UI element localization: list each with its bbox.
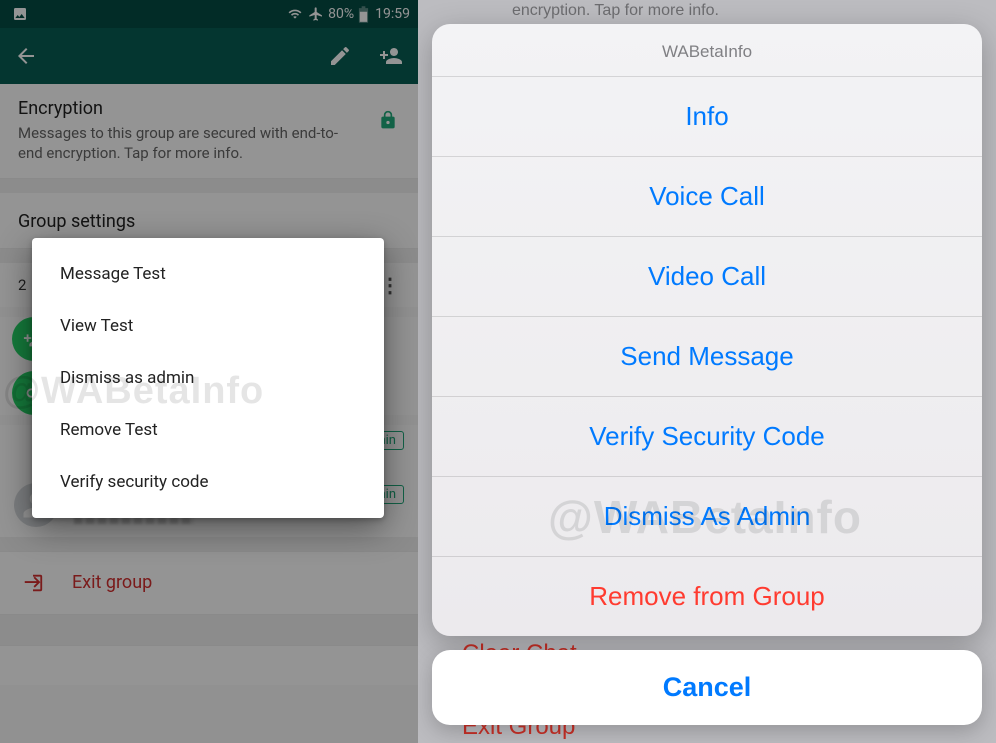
sheet-option-video-call[interactable]: Video Call — [432, 236, 982, 316]
sheet-option-voice-call[interactable]: Voice Call — [432, 156, 982, 236]
image-icon — [12, 6, 28, 22]
sheet-option-info[interactable]: Info — [432, 76, 982, 156]
menu-item-verify[interactable]: Verify security code — [32, 456, 384, 508]
encryption-section[interactable]: Encryption Messages to this group are se… — [0, 84, 418, 179]
battery-percent: 80% — [328, 6, 354, 22]
participants-count: 2 — [18, 276, 26, 294]
airplane-icon — [308, 6, 324, 22]
menu-item-remove[interactable]: Remove Test — [32, 404, 384, 456]
action-sheet: WABetaInfo Info Voice Call Video Call Se… — [432, 24, 982, 636]
encryption-subtitle: Messages to this group are secured with … — [18, 123, 400, 164]
sheet-option-send-message[interactable]: Send Message — [432, 316, 982, 396]
exit-group-row[interactable]: Exit group — [0, 551, 418, 615]
encryption-title: Encryption — [18, 98, 400, 119]
menu-item-dismiss-admin[interactable]: Dismiss as admin — [32, 352, 384, 404]
sheet-option-remove-from-group[interactable]: Remove from Group — [432, 556, 982, 636]
lock-icon — [378, 108, 398, 132]
back-icon[interactable] — [14, 44, 38, 68]
menu-item-view[interactable]: View Test — [32, 300, 384, 352]
wifi-icon — [286, 7, 304, 21]
exit-icon — [22, 572, 44, 594]
android-appbar — [0, 28, 418, 84]
sheet-option-dismiss-admin[interactable]: Dismiss As Admin — [432, 476, 982, 556]
sheet-option-verify-security[interactable]: Verify Security Code — [432, 396, 982, 476]
sheet-cancel-button[interactable]: Cancel — [432, 650, 982, 725]
clock: 19:59 — [375, 6, 410, 22]
menu-item-message[interactable]: Message Test — [32, 248, 384, 300]
battery-icon — [358, 6, 369, 23]
sheet-title: WABetaInfo — [432, 24, 982, 76]
context-menu: Message Test View Test Dismiss as admin … — [32, 238, 384, 518]
exit-group-label: Exit group — [72, 572, 152, 593]
add-person-icon[interactable] — [378, 44, 404, 68]
ios-screen: encryption. Tap for more info. Clear Cha… — [418, 0, 996, 743]
android-statusbar: 80% 19:59 — [0, 0, 418, 28]
android-screen: 80% 19:59 Encryption Messages to this gr… — [0, 0, 418, 743]
edit-icon[interactable] — [328, 44, 352, 68]
